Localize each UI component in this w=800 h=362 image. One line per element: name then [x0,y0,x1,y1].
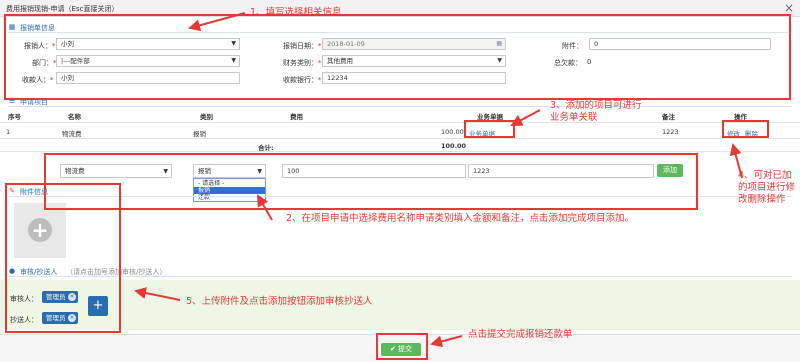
annotation-3: 3、添加的项目可进行 业务单关联 [550,100,642,124]
annotation-4-line3: 改删除操作 [738,194,786,205]
annotation-4-line2: 的项目进行修 [738,182,796,193]
arrow-5 [134,287,181,301]
arrow-2 [256,194,273,221]
annotation-arrows [134,12,743,348]
annotation-6: 点击提交完成报销还款单 [468,329,573,340]
annotation-1: 1、填写选择相关信息 [250,7,342,18]
arrow-1 [188,12,246,32]
annotation-4-line1: 4、可对已加 [738,170,792,181]
annotation-5: 5、上传附件及点击添加按钮添加审核抄送人 [186,296,373,307]
annotation-4: 4、可对已加 的项目进行修 改删除操作 [738,170,795,206]
annotation-2: 2、在项目申请中选择费用名称申请类别填入金额和备注，点击添加完成项目添加。 [286,213,635,224]
annotation-3-line1: 3、添加的项目可进行 [550,100,642,111]
annotation-3-line2: 业务单关联 [550,112,598,123]
arrow-3 [510,109,541,126]
arrow-6 [430,335,463,348]
